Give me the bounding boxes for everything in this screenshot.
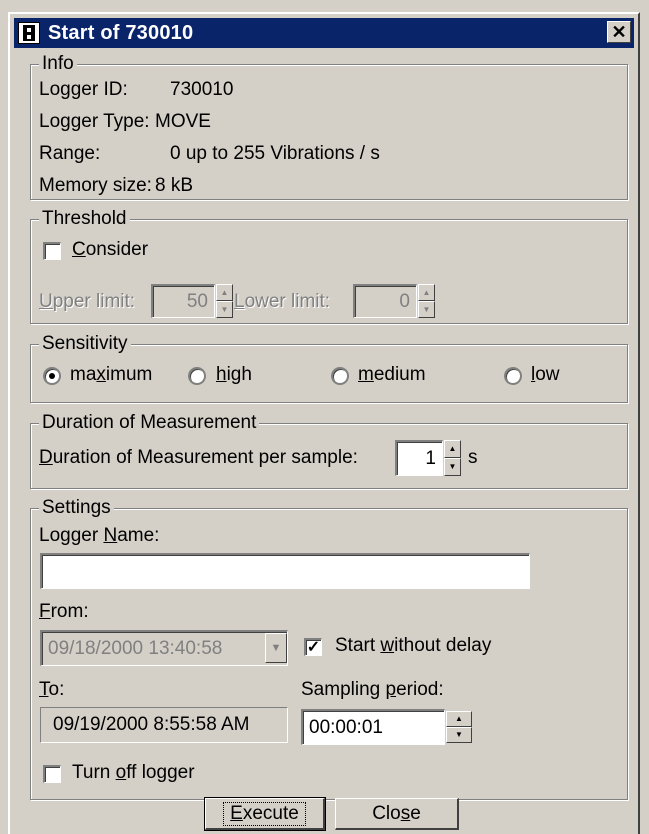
upper-limit-spinner[interactable]: ▲ ▼ <box>216 284 233 318</box>
range-value: 0 up to 255 Vibrations / s <box>170 143 380 164</box>
sampling-period-input[interactable]: 00:00:01 <box>301 709 445 745</box>
threshold-legend: Threshold <box>39 208 130 230</box>
execute-button-label: Execute <box>223 801 306 826</box>
lower-limit-label: Lower limit: <box>234 291 331 312</box>
memory-size-value: 8 kB <box>155 175 194 196</box>
turn-off-logger-checkbox[interactable] <box>43 765 61 783</box>
radio-medium-label[interactable]: medium <box>358 364 426 386</box>
close-icon: ✕ <box>611 22 627 42</box>
lower-limit-input[interactable]: 0 <box>353 284 417 318</box>
from-dropdown-button[interactable]: ▼ <box>265 633 287 663</box>
spin-up-icon[interactable]: ▲ <box>418 284 435 301</box>
logger-name-input[interactable] <box>40 553 530 589</box>
threshold-group: Threshold Consider Upper limit: 50 ▲ ▼ L… <box>30 208 628 324</box>
execute-button[interactable]: Execute <box>204 797 326 831</box>
logger-type-label: Logger Type: <box>39 111 150 132</box>
from-datetime-combo[interactable]: 09/18/2000 13:40:58 <box>40 630 288 666</box>
sensitivity-legend: Sensitivity <box>39 333 131 355</box>
from-label: From: <box>39 601 89 622</box>
logger-id-value: 730010 <box>170 79 234 100</box>
turn-off-logger-label[interactable]: Turn off logger <box>72 762 195 784</box>
spin-down-icon[interactable]: ▼ <box>444 458 461 476</box>
close-window-button[interactable]: ✕ <box>607 21 631 43</box>
spin-up-icon[interactable]: ▲ <box>446 711 472 727</box>
window-title: Start of 730010 <box>48 21 194 44</box>
duration-unit: s <box>468 447 478 468</box>
chevron-down-icon: ▼ <box>270 642 282 654</box>
info-legend: Info <box>39 53 77 75</box>
radio-low-label[interactable]: low <box>531 364 560 386</box>
consider-label[interactable]: Consider <box>72 239 148 261</box>
start-without-delay-label[interactable]: Start without delay <box>335 635 491 657</box>
start-dialog: Start of 730010 ✕ Info Logger ID: 730010… <box>8 12 640 834</box>
to-label: To: <box>39 679 65 700</box>
app-icon[interactable] <box>18 22 40 44</box>
to-datetime-display: 09/19/2000 8:55:58 AM <box>40 707 288 743</box>
radio-medium[interactable] <box>331 367 349 385</box>
radio-maximum-label[interactable]: maximum <box>70 364 152 386</box>
settings-group: Settings Logger Name: From: 09/18/2000 1… <box>30 497 628 800</box>
info-group: Info Logger ID: 730010 Logger Type: MOVE… <box>30 53 628 200</box>
consider-checkbox[interactable] <box>43 242 61 260</box>
logger-name-label: Logger Name: <box>39 525 160 546</box>
upper-limit-label: Upper limit: <box>39 291 136 312</box>
title-bar[interactable]: Start of 730010 ✕ <box>14 18 634 48</box>
spin-down-icon[interactable]: ▼ <box>418 301 435 318</box>
close-button[interactable]: Close <box>335 798 459 830</box>
sampling-period-label: Sampling period: <box>301 679 444 700</box>
spin-up-icon[interactable]: ▲ <box>216 284 233 301</box>
duration-input[interactable]: 1 <box>395 440 443 476</box>
duration-label: Duration of Measurement per sample: <box>39 447 358 468</box>
upper-limit-input[interactable]: 50 <box>151 284 215 318</box>
lower-limit-spinner[interactable]: ▲ ▼ <box>418 284 435 318</box>
duration-group: Duration of Measurement Duration of Meas… <box>30 412 628 489</box>
sampling-period-spinner[interactable]: ▲ ▼ <box>446 711 472 743</box>
memory-size-label: Memory size: <box>39 175 152 196</box>
settings-legend: Settings <box>39 497 114 519</box>
radio-low[interactable] <box>504 367 522 385</box>
start-without-delay-checkbox[interactable]: ✓ <box>304 638 322 656</box>
radio-high-label[interactable]: high <box>216 364 252 386</box>
radio-high[interactable] <box>188 367 206 385</box>
range-label: Range: <box>39 143 101 164</box>
sensitivity-group: Sensitivity maximum high medium low <box>30 333 628 403</box>
logger-type-value: MOVE <box>155 111 211 132</box>
close-button-label: Close <box>372 802 421 824</box>
logger-id-label: Logger ID: <box>39 79 128 100</box>
duration-spinner[interactable]: ▲ ▼ <box>444 440 461 476</box>
spin-up-icon[interactable]: ▲ <box>444 440 461 458</box>
spin-down-icon[interactable]: ▼ <box>446 727 472 743</box>
spin-down-icon[interactable]: ▼ <box>216 301 233 318</box>
duration-legend: Duration of Measurement <box>39 412 260 434</box>
radio-maximum[interactable] <box>43 367 61 385</box>
